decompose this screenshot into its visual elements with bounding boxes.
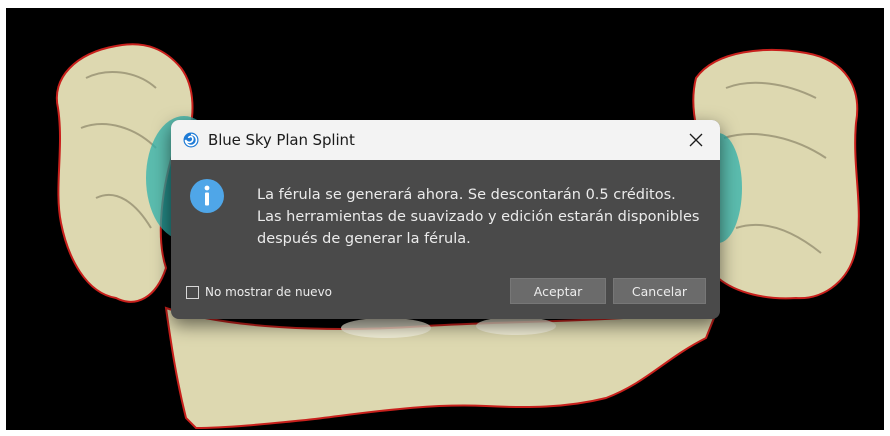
close-button[interactable] xyxy=(672,120,720,160)
palate-base xyxy=(164,306,720,430)
dialog-titlebar[interactable]: Blue Sky Plan Splint xyxy=(171,120,720,160)
message-line: después de generar la férula. xyxy=(257,231,471,247)
dont-show-again-checkbox[interactable] xyxy=(186,285,199,299)
cancel-button[interactable]: Cancelar xyxy=(613,278,706,304)
message-line: La férula se generará ahora. Se desconta… xyxy=(257,187,676,203)
close-icon xyxy=(689,133,703,147)
info-icon xyxy=(190,179,224,213)
dialog-title: Blue Sky Plan Splint xyxy=(208,131,355,149)
message-line: Las herramientas de suavizado y edición … xyxy=(257,209,700,225)
splint-dialog: Blue Sky Plan Splint La férula se genera… xyxy=(171,120,720,319)
dont-show-again-label: No mostrar de nuevo xyxy=(205,285,333,299)
accept-button[interactable]: Aceptar xyxy=(510,278,606,304)
dialog-message: La férula se generará ahora. Se desconta… xyxy=(257,184,707,250)
blue-sky-plan-icon xyxy=(183,132,199,148)
dont-show-again-option[interactable]: No mostrar de nuevo xyxy=(186,285,332,299)
